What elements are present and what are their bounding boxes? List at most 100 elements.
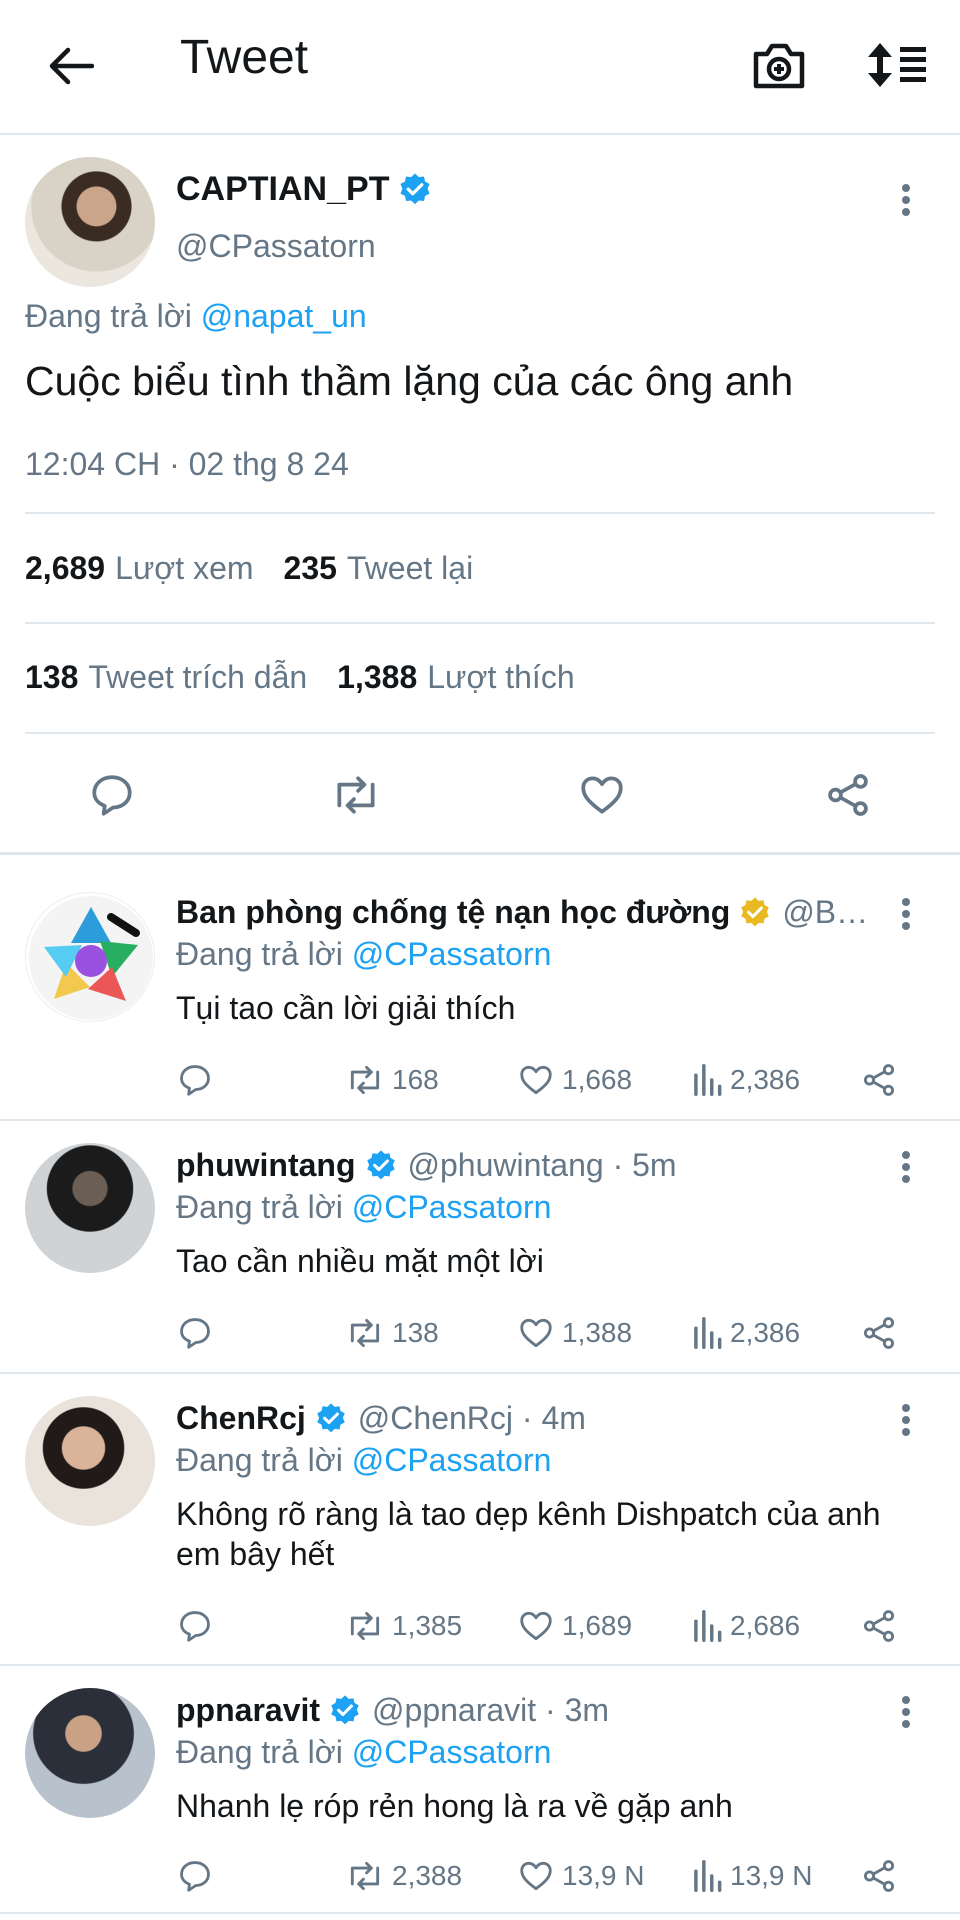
reply-button[interactable] [176,1313,220,1353]
more-options-button[interactable] [888,178,924,228]
more-vertical-icon [902,1151,910,1183]
share-icon [863,1610,895,1642]
retweets-count: 235 [283,550,337,586]
logo-avatar [29,896,153,1020]
like-button[interactable]: 1,388 [516,1313,632,1353]
replying-to-label: Đang trả lời [176,1734,343,1770]
like-button[interactable]: 1,689 [516,1606,632,1646]
share-button[interactable] [860,1060,904,1100]
replying-to: Đang trả lời @CPassatorn [176,1734,551,1771]
quotes-count: 138 [25,659,79,695]
reply-display-name[interactable]: ppnaravit [176,1692,320,1729]
retweet-button[interactable]: 1,385 [344,1606,462,1646]
stats-row-views-retweets: 2,689 Lượt xem 235 Tweet lại [25,550,473,587]
retweet-button[interactable]: 2,388 [344,1856,462,1896]
comment-icon [180,1318,210,1349]
more-vertical-icon [902,1404,910,1436]
reply-button[interactable] [176,1606,220,1646]
page-title: Tweet [180,31,309,84]
views-count: 2,386 [730,1317,801,1348]
mention-link[interactable]: @CPassatorn [352,936,552,972]
verified-badge-icon [331,1694,359,1724]
reply-tweet[interactable]: ChenRcj @ChenRcj · 4m Đang trả lời @CPas… [0,1386,960,1662]
analytics-icon [694,1860,722,1892]
like-count: 1,668 [562,1064,633,1095]
retweet-button[interactable] [328,767,384,823]
views-button[interactable]: 2,386 [690,1313,800,1353]
replying-to: Đang trả lời @napat_un [25,298,367,335]
views-button[interactable]: 2,386 [690,1060,800,1100]
retweet-button[interactable]: 168 [344,1060,439,1100]
like-button[interactable] [574,767,630,823]
views-button[interactable]: 13,9 N [690,1856,813,1896]
replying-to: Đang trả lời @CPassatorn [176,1442,551,1479]
heart-icon [520,1065,552,1095]
likes-count: 1,388 [337,659,418,695]
views-stat[interactable]: 2,689 Lượt xem [25,550,254,587]
author-display-name: CAPTIAN_PT [176,170,390,208]
avatar[interactable] [25,892,155,1022]
verified-badge-icon [317,1402,345,1432]
avatar[interactable] [25,1143,155,1273]
avatar[interactable] [25,157,155,287]
reply-display-name[interactable]: ChenRcj [176,1400,306,1437]
share-button[interactable] [860,1856,904,1896]
reply-button[interactable] [176,1856,220,1896]
share-button[interactable] [860,1606,904,1646]
reply-button[interactable] [176,1060,220,1100]
tweet-action-bar [0,755,960,835]
share-icon [863,1860,895,1892]
reply-display-name[interactable]: phuwintang [176,1147,356,1184]
camera-button[interactable] [748,34,810,96]
like-button[interactable]: 1,668 [516,1060,632,1100]
quotes-stat[interactable]: 138 Tweet trích dẫn [25,659,307,696]
reply-tweet[interactable]: ppnaravit @ppnaravit · 3m Đang trả lời @… [0,1678,960,1918]
author-name[interactable]: CAPTIAN_PT [176,170,433,209]
share-icon [828,774,868,816]
reply-tweet[interactable]: Ban phòng chống tệ nạn học đường @B… Đan… [0,880,960,1118]
more-vertical-icon [902,1696,910,1728]
heart-icon [581,776,623,814]
comment-icon [92,775,132,816]
avatar[interactable] [25,1396,155,1526]
mention-link[interactable]: @CPassatorn [352,1442,552,1478]
quotes-label: Tweet trích dẫn [88,659,308,695]
retweets-stat[interactable]: 235 Tweet lại [284,550,474,587]
divider [0,1372,960,1374]
more-options-button[interactable] [888,1690,924,1740]
divider [25,512,935,514]
mention-link[interactable]: @CPassatorn [352,1189,552,1225]
sort-icon [868,43,926,87]
more-options-button[interactable] [888,1398,924,1448]
arrow-left-icon [49,47,94,85]
reply-handle-time: @B… [782,894,869,930]
likes-stat[interactable]: 1,388 Lượt thích [337,659,574,696]
reply-button[interactable] [84,767,140,823]
reply-text: Tao cần nhiều mặt một lời [176,1243,544,1279]
author-handle[interactable]: @CPassatorn [176,228,376,265]
retweets-label: Tweet lại [346,550,474,586]
divider [0,1119,960,1121]
retweet-button[interactable]: 138 [344,1313,439,1353]
like-button[interactable]: 13,9 N [516,1856,645,1896]
top-app-bar: Tweet [0,0,960,135]
share-button[interactable] [820,767,876,823]
reply-tweet[interactable]: phuwintang @phuwintang · 5m Đang trả lời… [0,1133,960,1371]
more-options-button[interactable] [888,1145,924,1195]
sort-button[interactable] [862,34,932,96]
views-count: 13,9 N [730,1860,813,1891]
heart-icon [520,1611,552,1641]
tweet-timestamp[interactable]: 12:04 CH · 02 thg 8 24 [25,446,349,483]
mention-link[interactable]: @napat_un [201,298,367,334]
share-button[interactable] [860,1313,904,1353]
views-count: 2,686 [730,1610,801,1641]
back-button[interactable] [36,36,106,96]
more-options-button[interactable] [888,892,924,942]
mention-link[interactable]: @CPassatorn [352,1734,552,1770]
views-button[interactable]: 2,686 [690,1606,800,1646]
divider [0,1664,960,1666]
avatar[interactable] [25,1688,155,1818]
reply-header: ppnaravit @ppnaravit · 3m [176,1692,609,1729]
reply-handle-time: @ppnaravit · 3m [372,1692,610,1728]
reply-display-name[interactable]: Ban phòng chống tệ nạn học đường [176,894,730,931]
